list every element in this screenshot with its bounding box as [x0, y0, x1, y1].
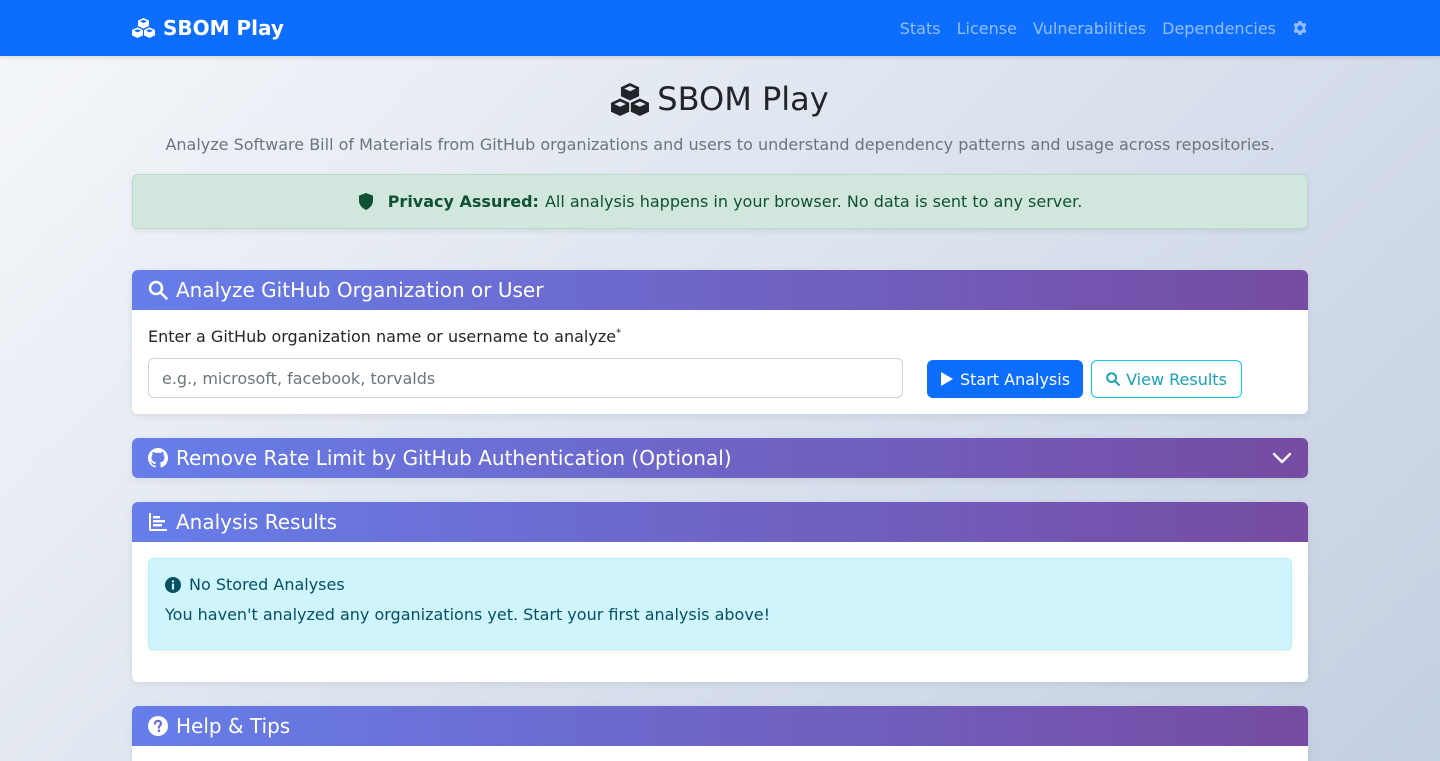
cubes-icon	[611, 82, 650, 116]
no-analyses-title: No Stored Analyses	[165, 575, 345, 594]
org-field-label-text: Enter a GitHub organization name or user…	[148, 327, 617, 346]
privacy-text: All analysis happens in your browser. No…	[544, 192, 1083, 211]
no-analyses-title-text: No Stored Analyses	[189, 575, 345, 594]
privacy-label: Privacy Assured:	[387, 192, 539, 211]
nav-link-vulnerabilities[interactable]: Vulnerabilities	[1025, 19, 1154, 38]
results-card-header: Analysis Results	[132, 502, 1308, 542]
view-results-label: View Results	[1126, 369, 1227, 389]
auth-card-header[interactable]: Remove Rate Limit by GitHub Authenticati…	[132, 438, 1308, 478]
analyze-card-header: Analyze GitHub Organization or User	[132, 270, 1308, 310]
results-card: Analysis Results No Stored Analyses You …	[132, 502, 1308, 682]
play-icon	[940, 372, 953, 386]
no-analyses-text: You haven't analyzed any organizations y…	[165, 605, 771, 624]
search-icon	[1106, 372, 1121, 386]
cubes-icon	[132, 18, 155, 38]
nav-link-license[interactable]: License	[949, 19, 1025, 38]
org-input[interactable]	[148, 358, 903, 398]
required-mark: *	[616, 327, 622, 339]
navbar-brand[interactable]: SBOM Play	[132, 0, 284, 56]
page-subtitle: Analyze Software Bill of Materials from …	[165, 135, 1275, 154]
shield-icon	[358, 193, 373, 210]
github-icon	[148, 448, 168, 468]
analyze-card-title: Analyze GitHub Organization or User	[176, 278, 544, 302]
nav-links: Stats License Vulnerabilities Dependenci…	[892, 0, 1308, 56]
brand-text: SBOM Play	[163, 16, 284, 40]
start-analysis-button[interactable]: Start Analysis	[927, 360, 1083, 398]
privacy-alert: Privacy Assured: All analysis happens in…	[132, 174, 1308, 229]
view-results-button[interactable]: View Results	[1091, 360, 1242, 398]
nav-link-stats[interactable]: Stats	[892, 19, 949, 38]
results-card-title: Analysis Results	[176, 510, 337, 534]
page-title: SBOM Play	[0, 78, 1440, 120]
page-title-text: SBOM Play	[657, 80, 829, 118]
no-analyses-alert: No Stored Analyses You haven't analyzed …	[148, 558, 1292, 650]
nav-link-dependencies[interactable]: Dependencies	[1154, 19, 1284, 38]
chart-bar-icon	[149, 513, 167, 531]
chevron-down-icon[interactable]	[1272, 448, 1292, 468]
question-circle-icon	[148, 716, 168, 736]
auth-card-title: Remove Rate Limit by GitHub Authenticati…	[176, 446, 732, 470]
help-card-header: Help & Tips	[132, 706, 1308, 746]
org-field-label: Enter a GitHub organization name or user…	[148, 327, 621, 346]
start-analysis-label: Start Analysis	[959, 369, 1071, 389]
help-card-title: Help & Tips	[176, 714, 291, 738]
navbar: SBOM Play Stats License Vulnerabilities …	[0, 0, 1440, 56]
help-card: Help & Tips	[132, 706, 1308, 761]
analyze-card: Analyze GitHub Organization or User Ente…	[132, 270, 1308, 414]
search-icon	[148, 280, 168, 300]
info-icon	[165, 576, 181, 593]
gear-icon[interactable]	[1292, 20, 1308, 36]
auth-card[interactable]: Remove Rate Limit by GitHub Authenticati…	[132, 438, 1308, 478]
